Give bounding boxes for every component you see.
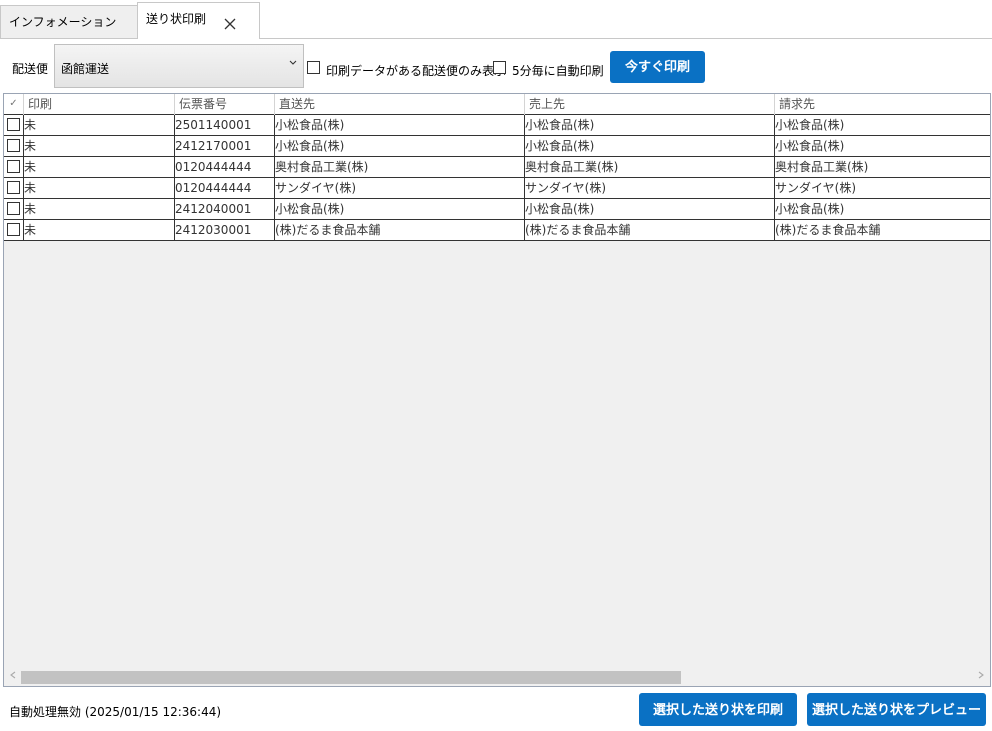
table-row[interactable]: 未 2412170001 小松食品(株) 小松食品(株) 小松食品(株) [4, 136, 990, 157]
filter-checkbox[interactable] [307, 61, 320, 74]
cell-printed: 未 [24, 199, 175, 219]
row-checkbox[interactable] [7, 139, 20, 152]
cell-slip-number: 2412030001 [175, 220, 275, 240]
auto-print-checkbox[interactable] [493, 61, 506, 74]
row-select-cell[interactable] [4, 136, 24, 156]
cell-sold-to: 奥村食品工業(株) [525, 157, 775, 177]
chevron-down-icon [289, 59, 297, 69]
carrier-label: 配送便 [12, 62, 49, 76]
cell-bill-to: サンダイヤ(株) [775, 181, 857, 195]
cell-ship-to: 小松食品(株) [275, 199, 525, 219]
header-bill-to[interactable]: 請求先 [775, 94, 990, 115]
cell-printed: 未 [24, 157, 175, 177]
cell-sold-to: 小松食品(株) [525, 199, 775, 219]
cell-bill-to: 小松食品(株) [775, 139, 845, 153]
table-row[interactable]: 未 0120444444 サンダイヤ(株) サンダイヤ(株) サンダイヤ(株) [4, 178, 990, 199]
header-select[interactable]: ✓ [4, 94, 24, 115]
cell-slip-number: 0120444444 [175, 157, 275, 177]
toolbar: 配送便 函館運送 印刷データがある配送便のみ表示 5分毎に自動印刷 今すぐ印刷 [0, 44, 992, 90]
row-select-cell[interactable] [4, 220, 24, 240]
tab-strip: インフォメーション 送り状印刷 [0, 0, 992, 39]
tab-slip-print-label: 送り状印刷 [146, 12, 207, 26]
row-checkbox[interactable] [7, 118, 20, 131]
row-select-cell[interactable] [4, 178, 24, 198]
filter-label: 印刷データがある配送便のみ表示 [326, 64, 507, 78]
cell-printed: 未 [24, 178, 175, 198]
row-select-cell[interactable] [4, 115, 24, 135]
row-checkbox[interactable] [7, 181, 20, 194]
tab-information[interactable]: インフォメーション [0, 5, 138, 38]
cell-ship-to: 奥村食品工業(株) [275, 157, 525, 177]
arrow-right-icon[interactable] [974, 670, 988, 684]
grid-header: ✓ 印刷 伝票番号 直送先 売上先 請求先 [4, 94, 990, 115]
cell-bill-to: 小松食品(株) [775, 202, 845, 216]
tab-slip-print[interactable]: 送り状印刷 [137, 2, 260, 39]
header-sold-to[interactable]: 売上先 [525, 94, 775, 115]
header-ship-to[interactable]: 直送先 [275, 94, 525, 115]
preview-selected-button[interactable]: 選択した送り状をプレビュー [807, 693, 986, 726]
row-checkbox[interactable] [7, 160, 20, 173]
horizontal-scrollbar[interactable] [4, 669, 990, 686]
cell-slip-number: 2412040001 [175, 199, 275, 219]
tab-information-label: インフォメーション [9, 15, 117, 29]
row-select-cell[interactable] [4, 157, 24, 177]
cell-bill-to: (株)だるま食品本舗 [775, 223, 881, 237]
cell-ship-to: 小松食品(株) [275, 115, 525, 135]
table-row[interactable]: 未 2501140001 小松食品(株) 小松食品(株) 小松食品(株) [4, 115, 990, 136]
cell-printed: 未 [24, 115, 175, 135]
close-icon[interactable] [222, 12, 238, 30]
cell-ship-to: サンダイヤ(株) [275, 178, 525, 198]
cell-bill-to: 奥村食品工業(株) [775, 160, 869, 174]
carrier-select-value: 函館運送 [61, 62, 110, 76]
cell-sold-to: 小松食品(株) [525, 136, 775, 156]
cell-sold-to: (株)だるま食品本舗 [525, 220, 775, 240]
status-text: 自動処理無効 (2025/01/15 12:36:44) [9, 705, 222, 719]
cell-printed: 未 [24, 136, 175, 156]
row-checkbox[interactable] [7, 223, 20, 236]
print-now-button[interactable]: 今すぐ印刷 [610, 51, 705, 83]
scrollbar-thumb[interactable] [21, 671, 681, 684]
cell-sold-to: 小松食品(株) [525, 115, 775, 135]
cell-slip-number: 0120444444 [175, 178, 275, 198]
cell-ship-to: 小松食品(株) [275, 136, 525, 156]
table-row[interactable]: 未 2412030001 (株)だるま食品本舗 (株)だるま食品本舗 (株)だるま食品本… [4, 220, 990, 241]
slip-grid: ✓ 印刷 伝票番号 直送先 売上先 請求先 未 2501140001 小松食品(株)… [3, 93, 991, 687]
print-selected-button[interactable]: 選択した送り状を印刷 [639, 693, 797, 726]
table-row[interactable]: 未 2412040001 小松食品(株) 小松食品(株) 小松食品(株) [4, 199, 990, 220]
table-row[interactable]: 未 0120444444 奥村食品工業(株) 奥村食品工業(株) 奥村食品工業(株) [4, 157, 990, 178]
header-slip-number[interactable]: 伝票番号 [175, 94, 275, 115]
auto-print-label: 5分毎に自動印刷 [512, 64, 604, 78]
cell-sold-to: サンダイヤ(株) [525, 178, 775, 198]
cell-printed: 未 [24, 220, 175, 240]
cell-ship-to: (株)だるま食品本舗 [275, 220, 525, 240]
cell-slip-number: 2501140001 [175, 115, 275, 135]
cell-bill-to: 小松食品(株) [775, 118, 845, 132]
row-select-cell[interactable] [4, 199, 24, 219]
carrier-select[interactable]: 函館運送 [54, 44, 304, 88]
arrow-left-icon[interactable] [6, 670, 20, 684]
row-checkbox[interactable] [7, 202, 20, 215]
header-printed[interactable]: 印刷 [24, 94, 175, 115]
cell-slip-number: 2412170001 [175, 136, 275, 156]
